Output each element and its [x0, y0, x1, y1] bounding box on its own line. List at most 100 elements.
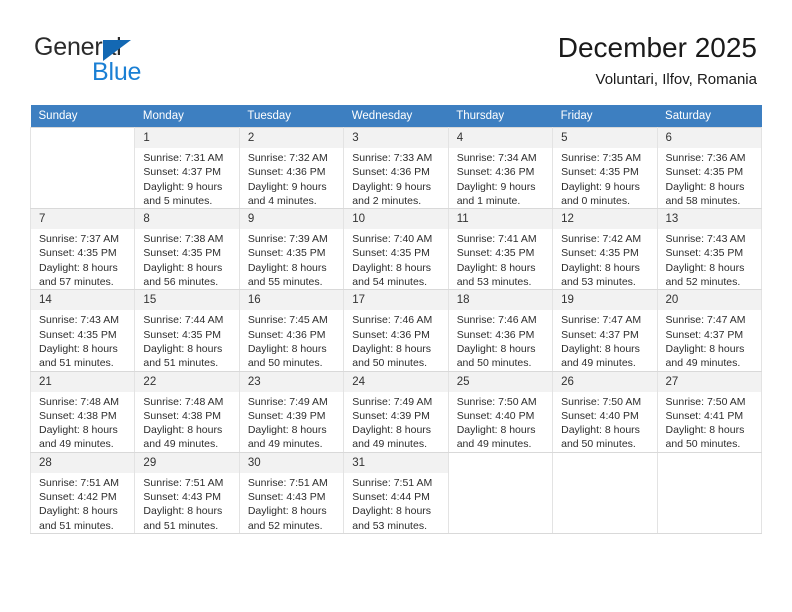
daylight-text-line1: Daylight: 8 hours	[352, 261, 432, 274]
calendar-header-row-group: Sunday Monday Tuesday Wednesday Thursday…	[30, 105, 762, 128]
day-cell[interactable]: 5 Sunrise: 7:35 AM Sunset: 4:35 PM Dayli…	[552, 126, 658, 210]
daylight-text-line1: Daylight: 9 hours	[143, 180, 223, 193]
weekday-header-thursday: Thursday	[448, 105, 553, 128]
daylight-text-line1: Daylight: 8 hours	[247, 261, 327, 274]
weekday-header-wednesday: Wednesday	[343, 105, 449, 128]
sunrise-text: Sunrise: 7:34 AM	[456, 152, 537, 164]
sunset-text: Sunset: 4:40 PM	[561, 409, 639, 422]
sunset-text: Sunset: 4:36 PM	[456, 328, 535, 341]
calendar-page: General Blue December 2025 Voluntari, Il…	[0, 0, 792, 612]
day-number	[553, 452, 657, 473]
day-cell[interactable]: 18 Sunrise: 7:46 AM Sunset: 4:36 PM Dayl…	[447, 289, 554, 372]
day-cell[interactable]: 2 Sunrise: 7:32 AM Sunset: 4:36 PM Dayli…	[238, 126, 345, 210]
daylight-text-line2: and 49 minutes.	[143, 438, 219, 451]
day-number: 3	[344, 128, 448, 148]
day-cell[interactable]: 7 Sunrise: 7:37 AM Sunset: 4:35 PM Dayli…	[29, 208, 136, 291]
daylight-text-line1: Daylight: 8 hours	[39, 424, 118, 437]
sunset-text: Sunset: 4:36 PM	[247, 166, 326, 179]
day-number: 27	[657, 371, 761, 392]
day-details: Sunrise: 7:33 AM Sunset: 4:36 PM Dayligh…	[344, 148, 447, 208]
sunset-text: Sunset: 4:39 PM	[352, 409, 430, 422]
day-cell	[656, 451, 763, 534]
day-details: Sunrise: 7:38 AM Sunset: 4:35 PM Dayligh…	[135, 229, 238, 289]
day-number: 2	[239, 128, 344, 148]
sunrise-text: Sunrise: 7:40 AM	[352, 233, 433, 246]
daylight-text-line2: and 49 minutes.	[665, 357, 741, 370]
daylight-text-line1: Daylight: 8 hours	[247, 342, 327, 355]
daylight-text-line1: Daylight: 9 hours	[456, 180, 536, 193]
sunrise-text: Sunrise: 7:31 AM	[143, 152, 224, 164]
calendar-week-row: 14 Sunrise: 7:43 AM Sunset: 4:35 PM Dayl…	[29, 289, 763, 372]
day-cell	[29, 126, 136, 210]
daylight-text-line2: and 51 minutes.	[39, 357, 114, 370]
daylight-text-line2: and 50 minutes.	[561, 438, 636, 451]
weekday-header-row: Sunday Monday Tuesday Wednesday Thursday…	[30, 105, 762, 128]
sunset-text: Sunset: 4:35 PM	[561, 166, 639, 179]
day-number: 13	[657, 209, 761, 230]
day-cell[interactable]: 16 Sunrise: 7:45 AM Sunset: 4:36 PM Dayl…	[238, 289, 345, 372]
sunset-text: Sunset: 4:35 PM	[39, 328, 117, 341]
day-cell[interactable]: 8 Sunrise: 7:38 AM Sunset: 4:35 PM Dayli…	[134, 208, 240, 291]
day-cell[interactable]: 4 Sunrise: 7:34 AM Sunset: 4:36 PM Dayli…	[447, 126, 554, 210]
sunset-text: Sunset: 4:35 PM	[143, 247, 222, 260]
day-cell[interactable]: 13 Sunrise: 7:43 AM Sunset: 4:35 PM Dayl…	[656, 208, 763, 291]
day-cell[interactable]: 19 Sunrise: 7:47 AM Sunset: 4:37 PM Dayl…	[552, 289, 658, 372]
day-cell[interactable]: 1 Sunrise: 7:31 AM Sunset: 4:37 PM Dayli…	[134, 126, 240, 210]
day-cell[interactable]: 11 Sunrise: 7:41 AM Sunset: 4:35 PM Dayl…	[447, 208, 554, 291]
day-number: 21	[31, 371, 135, 392]
sunrise-text: Sunrise: 7:50 AM	[456, 395, 537, 408]
sunrise-text: Sunrise: 7:33 AM	[352, 152, 433, 164]
day-cell[interactable]: 27 Sunrise: 7:50 AM Sunset: 4:41 PM Dayl…	[656, 370, 763, 453]
sunset-text: Sunset: 4:44 PM	[352, 491, 430, 504]
day-cell[interactable]: 23 Sunrise: 7:49 AM Sunset: 4:39 PM Dayl…	[238, 370, 345, 453]
day-cell[interactable]: 26 Sunrise: 7:50 AM Sunset: 4:40 PM Dayl…	[552, 370, 658, 453]
day-cell[interactable]: 9 Sunrise: 7:39 AM Sunset: 4:35 PM Dayli…	[238, 208, 345, 291]
day-number	[31, 128, 135, 148]
day-cell[interactable]: 21 Sunrise: 7:48 AM Sunset: 4:38 PM Dayl…	[29, 370, 136, 453]
day-cell[interactable]: 6 Sunrise: 7:36 AM Sunset: 4:35 PM Dayli…	[656, 126, 763, 210]
day-cell[interactable]: 22 Sunrise: 7:48 AM Sunset: 4:38 PM Dayl…	[134, 370, 240, 453]
day-details: Sunrise: 7:49 AM Sunset: 4:39 PM Dayligh…	[344, 392, 447, 452]
daylight-text-line2: and 50 minutes.	[352, 357, 427, 370]
day-cell[interactable]: 3 Sunrise: 7:33 AM Sunset: 4:36 PM Dayli…	[343, 126, 449, 210]
sunset-text: Sunset: 4:35 PM	[352, 247, 430, 260]
day-cell[interactable]: 17 Sunrise: 7:46 AM Sunset: 4:36 PM Dayl…	[343, 289, 449, 372]
day-number	[448, 452, 553, 473]
day-cell[interactable]: 14 Sunrise: 7:43 AM Sunset: 4:35 PM Dayl…	[29, 289, 136, 372]
day-cell[interactable]: 28 Sunrise: 7:51 AM Sunset: 4:42 PM Dayl…	[29, 451, 136, 534]
day-details: Sunrise: 7:49 AM Sunset: 4:39 PM Dayligh…	[240, 392, 343, 452]
day-cell[interactable]: 20 Sunrise: 7:47 AM Sunset: 4:37 PM Dayl…	[656, 289, 763, 372]
day-cell[interactable]: 30 Sunrise: 7:51 AM Sunset: 4:43 PM Dayl…	[238, 451, 345, 534]
day-details: Sunrise: 7:50 AM Sunset: 4:41 PM Dayligh…	[658, 392, 761, 452]
day-cell[interactable]: 24 Sunrise: 7:49 AM Sunset: 4:39 PM Dayl…	[343, 370, 449, 453]
day-details: Sunrise: 7:41 AM Sunset: 4:35 PM Dayligh…	[449, 229, 552, 289]
day-cell[interactable]: 29 Sunrise: 7:51 AM Sunset: 4:43 PM Dayl…	[134, 451, 240, 534]
daylight-text-line2: and 50 minutes.	[247, 357, 323, 370]
day-number: 4	[448, 128, 553, 148]
sunset-text: Sunset: 4:35 PM	[561, 247, 639, 260]
sunset-text: Sunset: 4:35 PM	[39, 247, 117, 260]
day-cell[interactable]: 31 Sunrise: 7:51 AM Sunset: 4:44 PM Dayl…	[343, 451, 449, 534]
day-cell[interactable]: 10 Sunrise: 7:40 AM Sunset: 4:35 PM Dayl…	[343, 208, 449, 291]
daylight-text-line2: and 5 minutes.	[143, 194, 213, 207]
sunrise-text: Sunrise: 7:48 AM	[143, 395, 224, 408]
general-blue-logo[interactable]: General Blue	[34, 33, 274, 88]
day-number: 30	[239, 452, 344, 473]
daylight-text-line2: and 56 minutes.	[143, 276, 219, 289]
day-number: 26	[553, 371, 657, 392]
daylight-text-line2: and 0 minutes.	[561, 194, 630, 207]
sunrise-text: Sunrise: 7:51 AM	[352, 476, 433, 489]
day-cell	[552, 451, 658, 534]
day-number: 5	[553, 128, 657, 148]
calendar-week-row: 7 Sunrise: 7:37 AM Sunset: 4:35 PM Dayli…	[29, 208, 763, 291]
day-number: 24	[344, 371, 448, 392]
day-cell[interactable]: 15 Sunrise: 7:44 AM Sunset: 4:35 PM Dayl…	[134, 289, 240, 372]
sunset-text: Sunset: 4:35 PM	[665, 166, 744, 179]
daylight-text-line1: Daylight: 8 hours	[247, 424, 327, 437]
daylight-text-line2: and 1 minute.	[456, 194, 521, 207]
daylight-text-line2: and 2 minutes.	[352, 194, 422, 207]
day-cell[interactable]: 25 Sunrise: 7:50 AM Sunset: 4:40 PM Dayl…	[447, 370, 554, 453]
logo-text-blue: Blue	[92, 58, 142, 86]
calendar-week-row: 21 Sunrise: 7:48 AM Sunset: 4:38 PM Dayl…	[29, 370, 763, 453]
day-cell[interactable]: 12 Sunrise: 7:42 AM Sunset: 4:35 PM Dayl…	[552, 208, 658, 291]
